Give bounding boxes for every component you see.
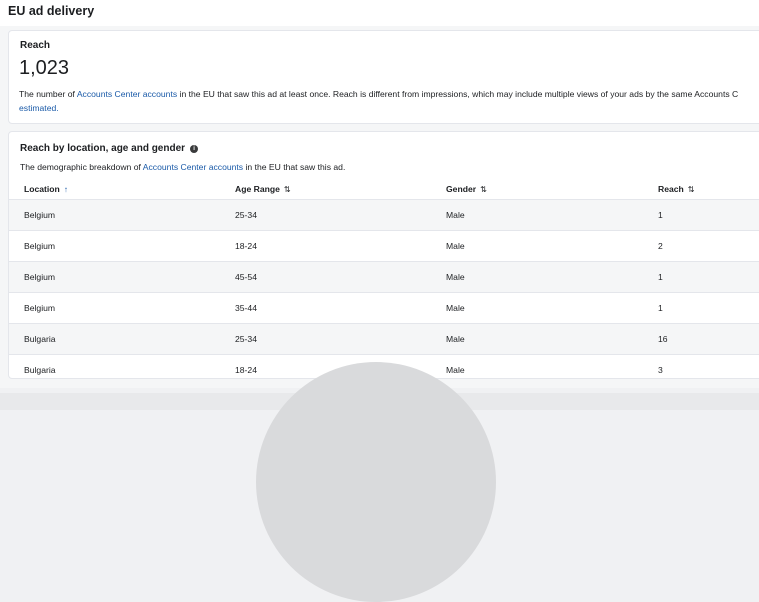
cell-reach: 1 xyxy=(658,272,663,282)
column-label: Location xyxy=(24,184,60,194)
info-icon[interactable]: i xyxy=(190,144,199,153)
estimated-link[interactable]: estimated. xyxy=(19,102,59,115)
table-row: Belgium 35-44 Male 1 xyxy=(9,292,759,323)
cell-age-range: 18-24 xyxy=(235,365,257,375)
cell-age-range: 25-34 xyxy=(235,334,257,344)
page-header: EU ad delivery xyxy=(0,0,759,26)
cell-gender: Male xyxy=(446,334,465,344)
table-body: Belgium 25-34 Male 1 Belgium 18-24 Male … xyxy=(9,199,759,378)
column-label: Age Range xyxy=(235,184,280,194)
sort-icon: ⇅ xyxy=(283,184,291,194)
accounts-center-link[interactable]: Accounts Center accounts xyxy=(77,89,177,99)
column-header-gender[interactable]: Gender ⇅ xyxy=(446,184,487,194)
reach-description: The number of Accounts Center accounts i… xyxy=(19,88,759,101)
cell-age-range: 45-54 xyxy=(235,272,257,282)
cell-gender: Male xyxy=(446,210,465,220)
reach-value: 1,023 xyxy=(19,57,70,79)
column-header-location[interactable]: Location ↑ xyxy=(24,184,68,194)
breakdown-card: Reach by location, age and gender i The … xyxy=(8,131,759,379)
table-row: Belgium 18-24 Male 2 xyxy=(9,230,759,261)
reach-desc-prefix: The number of xyxy=(19,89,77,99)
cell-age-range: 18-24 xyxy=(235,241,257,251)
cell-location: Belgium xyxy=(24,272,56,282)
cell-gender: Male xyxy=(446,241,465,251)
cell-reach: 16 xyxy=(658,334,668,344)
column-header-reach[interactable]: Reach ⇅ xyxy=(658,184,695,194)
cell-reach: 2 xyxy=(658,241,663,251)
column-label: Gender xyxy=(446,184,477,194)
breakdown-desc-prefix: The demographic breakdown of xyxy=(20,162,143,172)
cell-gender: Male xyxy=(446,365,465,375)
sort-icon: ⇅ xyxy=(687,184,695,194)
table-row: Belgium 45-54 Male 1 xyxy=(9,261,759,292)
cell-reach: 3 xyxy=(658,365,663,375)
cell-age-range: 35-44 xyxy=(235,303,257,313)
cell-reach: 1 xyxy=(658,303,663,313)
cell-location: Bulgaria xyxy=(24,334,56,344)
column-header-age-range[interactable]: Age Range ⇅ xyxy=(235,184,291,194)
cell-age-range: 25-34 xyxy=(235,210,257,220)
table-row: Bulgaria 25-34 Male 16 xyxy=(9,323,759,354)
breakdown-title: Reach by location, age and gender i xyxy=(20,143,199,154)
cell-gender: Male xyxy=(446,272,465,282)
reach-label: Reach xyxy=(20,40,51,51)
overlay-arc xyxy=(256,362,496,602)
cell-location: Belgium xyxy=(24,303,56,313)
breakdown-accounts-link[interactable]: Accounts Center accounts xyxy=(143,162,243,172)
arrow-up-icon: ↑ xyxy=(63,184,68,194)
cell-location: Bulgaria xyxy=(24,365,56,375)
reach-card: Reach 1,023 The number of Accounts Cente… xyxy=(8,30,759,124)
cell-location: Belgium xyxy=(24,241,56,251)
cell-reach: 1 xyxy=(658,210,663,220)
column-label: Reach xyxy=(658,184,684,194)
cell-gender: Male xyxy=(446,303,465,313)
breakdown-desc-suffix: in the EU that saw this ad. xyxy=(243,162,346,172)
table-row: Belgium 25-34 Male 1 xyxy=(9,199,759,230)
sort-icon: ⇅ xyxy=(480,184,487,194)
breakdown-title-text: Reach by location, age and gender xyxy=(20,143,186,154)
breakdown-description: The demographic breakdown of Accounts Ce… xyxy=(20,162,345,172)
page-title: EU ad delivery xyxy=(8,4,95,18)
reach-desc-suffix: in the EU that saw this ad at least once… xyxy=(177,89,739,99)
cell-location: Belgium xyxy=(24,210,56,220)
